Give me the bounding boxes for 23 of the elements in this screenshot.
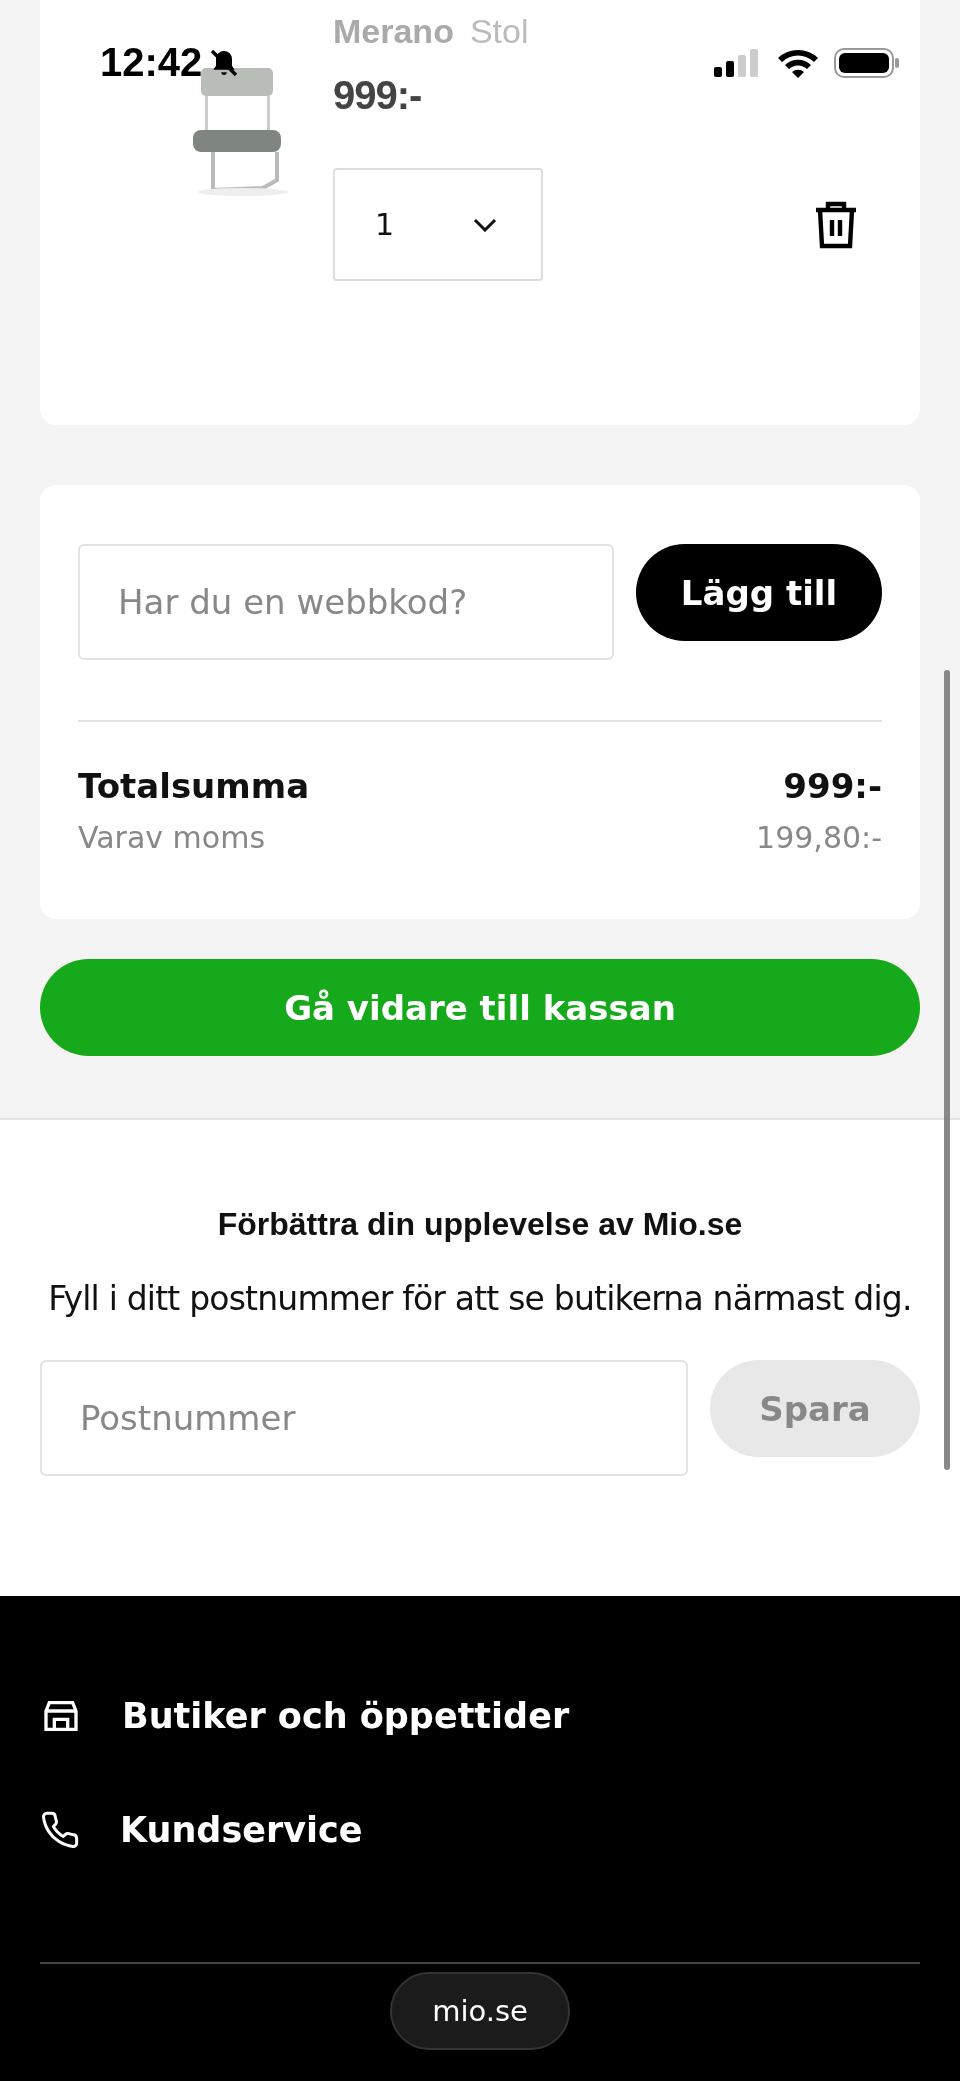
add-code-button[interactable]: Lägg till [636, 544, 882, 641]
postcode-heading: Förbättra din upplevelse av Mio.se [217, 1206, 743, 1243]
vat-label: Varav moms [78, 820, 266, 855]
total-label: Totalsumma [78, 766, 310, 806]
status-time: 12:42 [100, 40, 203, 85]
quantity-select[interactable]: 1 [333, 168, 543, 281]
product-type: Stol [469, 12, 529, 51]
chevron-down-icon [473, 217, 497, 232]
footer-link[interactable]: Kundservice [40, 1810, 920, 1850]
trash-icon[interactable] [814, 199, 858, 250]
discount-code-field[interactable]: Har du en webbkod? [78, 544, 614, 660]
postcode-field[interactable]: Postnummer [40, 1360, 688, 1476]
vat-value: 199,80:- [756, 820, 882, 855]
postcode-description: Fyll i ditt postnummer för att se butikerna närmast dig. [48, 1279, 912, 1318]
footer-link-label: Butiker och öppettider [122, 1696, 570, 1736]
total-value: 999:- [783, 766, 882, 806]
url-pill[interactable]: mio.se [390, 1972, 570, 2050]
phone-icon [40, 1810, 80, 1850]
scrollbar[interactable] [944, 670, 950, 1470]
footer-link[interactable]: Butiker och öppettider [40, 1696, 920, 1736]
footer-link-label: Kundservice [120, 1810, 363, 1850]
battery-icon [834, 46, 900, 79]
product-price: 999:- [333, 73, 423, 118]
